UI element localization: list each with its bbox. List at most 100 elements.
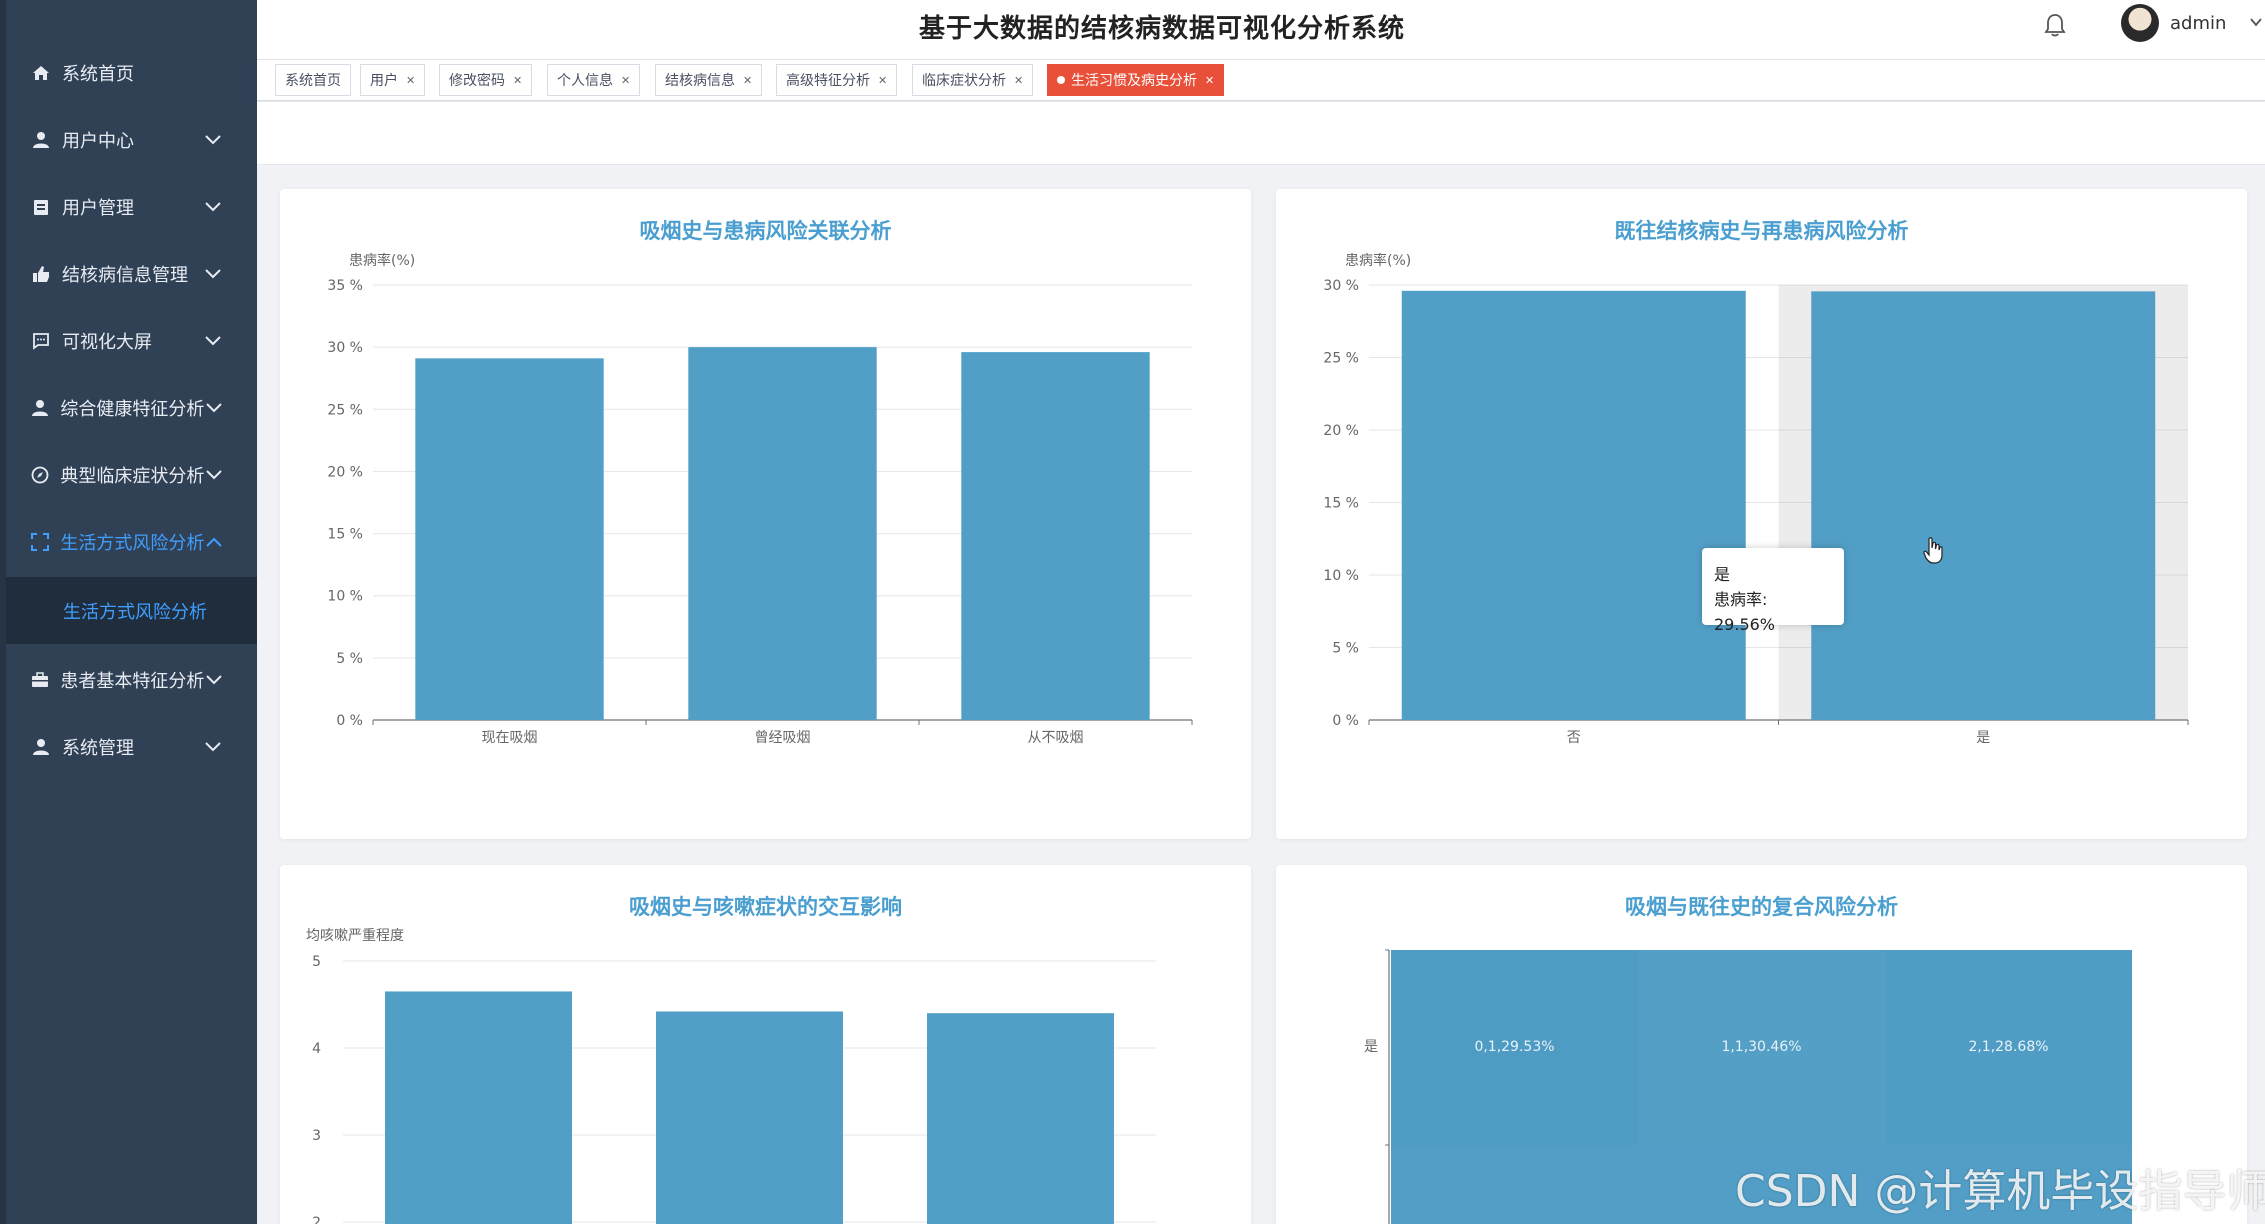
sidebar: 系统首页 用户中心 用户管理 结核病信息管理 可视化大屏 综合健康特征分析 典型… xyxy=(0,0,257,1224)
sidebar-item-lifestyle-risk[interactable]: 生活方式风险分析 xyxy=(0,508,257,575)
chevron-down-icon xyxy=(203,331,223,351)
close-icon[interactable]: ✕ xyxy=(513,74,522,87)
tag-label: 高级特征分析 xyxy=(786,73,870,89)
sidebar-item-home[interactable]: 系统首页 xyxy=(0,39,257,106)
suitcase-icon xyxy=(30,669,50,691)
message-icon xyxy=(30,330,52,352)
tag-label: 用户 xyxy=(370,73,398,89)
bar xyxy=(385,991,572,1224)
y-tick-label: 5 % xyxy=(336,651,363,667)
y-tick-label: 3 xyxy=(312,1128,321,1144)
sidebar-item-label: 典型临床症状分析 xyxy=(60,465,205,487)
tag-label: 生活习惯及病史分析 xyxy=(1071,73,1197,89)
chart-tooltip: 是 患病率: 29.56% xyxy=(1702,548,1844,634)
y-tick-label: 25 % xyxy=(327,402,363,418)
tag-change-password[interactable]: 修改密码 ✕ xyxy=(439,64,533,96)
close-icon[interactable]: ✕ xyxy=(1205,74,1214,87)
chevron-up-icon xyxy=(204,532,223,552)
close-icon[interactable]: ✕ xyxy=(743,74,752,87)
sidebar-item-user-management[interactable]: 用户管理 xyxy=(0,173,257,240)
bar xyxy=(688,347,877,720)
sidebar-item-label: 结核病信息管理 xyxy=(62,264,188,286)
y-tick-label: 15 % xyxy=(327,527,363,543)
close-icon[interactable]: ✕ xyxy=(1014,74,1023,87)
sidebar-subitem-lifestyle-risk[interactable]: 生活方式风险分析 xyxy=(6,577,257,644)
sidebar-item-label: 综合健康特征分析 xyxy=(60,398,205,420)
chevron-down-icon xyxy=(203,130,223,150)
y-tick-label: 5 xyxy=(312,954,321,970)
heatmap-cell-label: 0,1,29.53% xyxy=(1474,1039,1554,1055)
sidebar-item-label: 系统管理 xyxy=(62,737,134,759)
tooltip-category: 是 xyxy=(1714,565,1731,584)
fullscreen-icon xyxy=(30,531,50,553)
sidebar-item-label: 系统首页 xyxy=(62,63,134,85)
tag-label: 系统首页 xyxy=(285,73,341,89)
page-title: 基于大数据的结核病数据可视化分析系统 xyxy=(918,14,1405,44)
heatmap-cell-label: 1,1,30.46% xyxy=(1721,1039,1801,1055)
chevron-down-icon xyxy=(203,737,223,757)
tag-user[interactable]: 用户 ✕ xyxy=(360,64,426,96)
y-tick-label: 25 % xyxy=(1323,351,1359,367)
tag-home[interactable]: 系统首页 xyxy=(275,64,351,96)
avatar[interactable] xyxy=(2121,4,2159,42)
x-tick-label: 否 xyxy=(1567,730,1581,746)
close-icon[interactable]: ✕ xyxy=(406,74,415,87)
sidebar-item-dashboard[interactable]: 可视化大屏 xyxy=(0,307,257,374)
hand-cursor-icon xyxy=(1923,537,1943,565)
tag-profile[interactable]: 个人信息 ✕ xyxy=(547,64,641,96)
bar xyxy=(1401,290,1746,720)
chevron-down-icon xyxy=(204,465,223,485)
y-tick-label: 20 % xyxy=(1323,423,1359,439)
sidebar-item-system-management[interactable]: 系统管理 xyxy=(0,713,257,780)
watermark: CSDN @计算机毕设指导师 xyxy=(1735,1166,2265,1217)
x-tick-label: 现在吸烟 xyxy=(482,730,538,746)
y-axis-label: 患病率(%) xyxy=(349,252,415,269)
sidebar-item-user-center[interactable]: 用户中心 xyxy=(0,106,257,173)
bar-chart-smoking-cough: 均咳嗽严重程度 2 3 4 5 xyxy=(306,928,1156,1224)
tag-clinical-analysis[interactable]: 临床症状分析 ✕ xyxy=(912,64,1034,96)
tag-label: 个人信息 xyxy=(557,73,613,89)
sidebar-item-label: 用户中心 xyxy=(62,130,134,152)
heatmap-cell-label: 2,1,28.68% xyxy=(1968,1039,2048,1055)
user-icon xyxy=(30,129,52,151)
y-tick-label: 35 % xyxy=(327,278,363,294)
tag-tb-info[interactable]: 结核病信息 ✕ xyxy=(655,64,763,96)
username[interactable]: admin xyxy=(2170,13,2226,34)
y-tick-label: 10 % xyxy=(1323,568,1359,584)
sidebar-item-health-analysis[interactable]: 综合健康特征分析 xyxy=(0,374,257,441)
y-tick-label: 0 % xyxy=(336,713,363,729)
bell-icon[interactable] xyxy=(2043,12,2067,38)
bar xyxy=(656,1011,843,1224)
sidebar-item-label: 生活方式风险分析 xyxy=(60,532,205,554)
y-tick-label: 4 xyxy=(312,1041,321,1057)
x-tick-label: 是 xyxy=(1976,730,1990,746)
y-tick-label: 10 % xyxy=(327,589,363,605)
bar-chart-tb-history-risk: 患病率(%) 0 % 5 % 10 % 15 % 20 % 25 % 30 % 否 是 xyxy=(1323,252,2189,746)
y-tick-label: 20 % xyxy=(327,464,363,480)
tooltip-value: 患病率: 29.56% xyxy=(1714,590,1776,634)
y-axis-label: 均咳嗽严重程度 xyxy=(306,928,404,944)
bar xyxy=(927,1013,1114,1224)
sidebar-subitem-label: 生活方式风险分析 xyxy=(63,601,207,623)
y-tick-label: 2 xyxy=(312,1215,321,1224)
chart-card-tb-history-risk: 既往结核病史与再患病风险分析 患病率(%) 0 % 5 % 10 % 15 % 20 % 2… xyxy=(1276,189,2247,839)
heatmap-cell xyxy=(1391,1145,1638,1224)
sidebar-item-patient-basic[interactable]: 患者基本特征分析 xyxy=(0,646,257,713)
tag-lifestyle-history[interactable]: 生活习惯及病史分析 ✕ xyxy=(1047,64,1225,96)
y-tick-label: 15 % xyxy=(1323,496,1359,512)
bar-chart-smoking-risk: 患病率(%) 0 % 5 % 10 % 15 % 20 % 25 % 30 % 35 % 现在吸烟… xyxy=(327,252,1193,746)
sidebar-item-tb-info-management[interactable]: 结核病信息管理 xyxy=(0,240,257,307)
compass-icon xyxy=(30,464,50,486)
tag-advanced-analysis[interactable]: 高级特征分析 ✕ xyxy=(776,64,898,96)
sidebar-item-clinical-analysis[interactable]: 典型临床症状分析 xyxy=(0,441,257,508)
top-header: 基于大数据的结核病数据可视化分析系统 admin xyxy=(257,0,2265,60)
sidebar-item-label: 患者基本特征分析 xyxy=(60,670,205,692)
tag-label: 修改密码 xyxy=(449,73,505,89)
caret-down-icon[interactable] xyxy=(2249,14,2263,28)
close-icon[interactable]: ✕ xyxy=(621,74,630,87)
content-toolbar xyxy=(257,102,2265,165)
y-tick-label: 30 % xyxy=(1323,278,1359,294)
y-tick-label: 是 xyxy=(1364,1039,1378,1055)
close-icon[interactable]: ✕ xyxy=(878,74,887,87)
y-axis-label: 患病率(%) xyxy=(1345,252,1411,269)
